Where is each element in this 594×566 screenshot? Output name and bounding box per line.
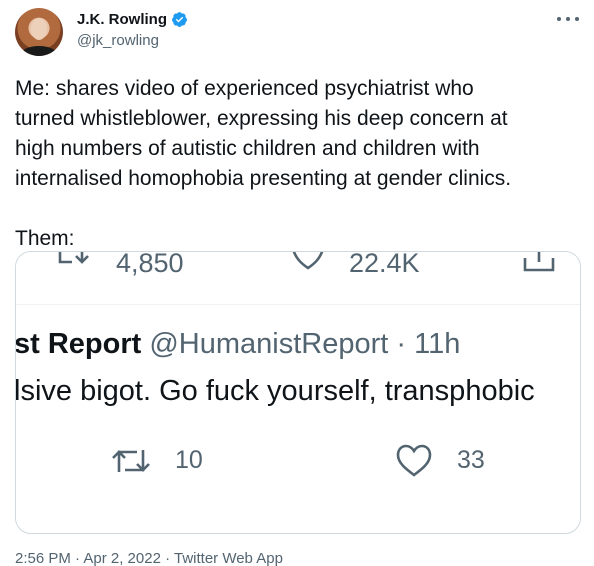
tweet-line: high numbers of autistic children and ch… <box>15 137 480 160</box>
more-dot <box>566 17 570 21</box>
reply-arrow-icon <box>58 252 89 264</box>
author-name-row[interactable]: J.K. Rowling <box>77 11 188 28</box>
heart-icon <box>292 252 324 270</box>
embedded-tweet-header: st Report @HumanistReport · 11h <box>15 328 461 361</box>
tweet-them-label: Them: <box>15 227 75 250</box>
tweet-text: Me: shares video of experienced psychiat… <box>15 74 575 254</box>
embedded-top-retweet-count: 4,850 <box>116 251 184 278</box>
share-icon <box>523 252 555 272</box>
embedded-action-bar-top: 4,850 22.4K <box>16 251 580 304</box>
retweet-icon <box>112 450 150 472</box>
embedded-like-count: 33 <box>457 446 485 474</box>
attached-screenshot-image[interactable]: 4,850 22.4K st Report @HumanistReport · … <box>15 251 581 534</box>
embedded-author-name: st Report <box>15 328 142 360</box>
embedded-handle-time: @HumanistReport · 11h <box>149 328 461 360</box>
more-dot <box>557 17 561 21</box>
author-handle[interactable]: @jk_rowling <box>77 32 159 49</box>
author-name[interactable]: J.K. Rowling <box>77 11 167 28</box>
more-options-icon[interactable] <box>557 10 579 28</box>
more-dot <box>575 17 579 21</box>
avatar-face <box>31 18 47 40</box>
avatar-shirt <box>21 46 57 56</box>
tweet-line: Me: shares video of experienced psychiat… <box>15 77 474 100</box>
tweet-line: turned whistleblower, expressing his dee… <box>15 107 508 130</box>
embedded-retweet-count: 10 <box>175 446 203 474</box>
tweet-timestamp[interactable]: 2:56 PM · Apr 2, 2022 · Twitter Web App <box>15 550 283 566</box>
embedded-top-like-count: 22.4K <box>349 251 420 278</box>
tweet-line: internalised homophobia presenting at ge… <box>15 167 512 190</box>
verified-badge-icon <box>172 12 187 27</box>
embedded-tweet-text: lsive bigot. Go fuck yourself, transphob… <box>15 375 535 407</box>
heart-icon <box>396 444 432 477</box>
profile-avatar[interactable] <box>15 8 63 56</box>
embedded-divider <box>16 304 580 305</box>
